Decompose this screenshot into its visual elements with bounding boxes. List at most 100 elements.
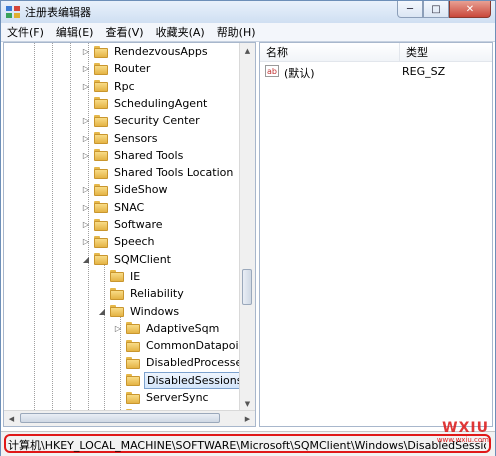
- title-bar[interactable]: 注册表编辑器 ─ □ ✕: [1, 1, 495, 24]
- tree-node[interactable]: IE: [96, 268, 142, 285]
- tree-node[interactable]: ▷ RendezvousApps: [80, 43, 210, 60]
- tree-node-label: Sensors: [114, 131, 158, 145]
- tree-node-label: SQMClient: [114, 252, 171, 266]
- folder-icon: [94, 80, 108, 93]
- folder-icon: [110, 305, 124, 317]
- folder-icon: [94, 218, 108, 231]
- string-value-icon: ab: [265, 65, 279, 77]
- column-header-type[interactable]: 类型: [400, 43, 492, 61]
- folder-icon: [94, 149, 108, 162]
- minimize-button[interactable]: ─: [397, 1, 423, 18]
- folder-icon: [126, 374, 140, 387]
- value-row[interactable]: ab (默认) REG_SZ: [260, 63, 492, 81]
- menu-edit[interactable]: 编辑(E): [50, 24, 100, 40]
- tree-node-label: SNAC: [114, 200, 145, 214]
- folder-icon: [94, 45, 108, 58]
- expand-triangle-icon: [112, 392, 124, 404]
- tree-node[interactable]: ServerSync: [112, 389, 211, 406]
- scroll-left-arrow-icon[interactable]: ◀: [4, 411, 19, 426]
- tree-node[interactable]: ◢ SQMClient: [80, 251, 173, 268]
- tree-node[interactable]: ▷ Software: [80, 216, 165, 233]
- expand-triangle-icon: [112, 357, 124, 369]
- tree-node[interactable]: Shared Tools Location: [80, 164, 235, 181]
- tree-node[interactable]: DisabledProcesses: [112, 354, 250, 371]
- scroll-up-arrow-icon[interactable]: ▲: [240, 43, 255, 58]
- folder-icon: [126, 322, 140, 335]
- close-button[interactable]: ✕: [449, 1, 491, 18]
- tree-node-label: Rpc: [114, 79, 135, 93]
- folder-icon: [94, 114, 108, 127]
- collapse-triangle-icon[interactable]: ◢: [96, 305, 108, 317]
- tree-node[interactable]: ▷ SideShow: [80, 181, 169, 198]
- scroll-down-arrow-icon[interactable]: ▼: [240, 396, 255, 411]
- vertical-scroll-thumb[interactable]: [242, 269, 252, 305]
- tree-node-label: Security Center: [114, 114, 200, 128]
- tree-node[interactable]: ◢ Windows: [96, 303, 181, 320]
- menu-help[interactable]: 帮助(H): [211, 24, 262, 40]
- menu-view[interactable]: 查看(V): [99, 24, 149, 40]
- tree-vertical-scrollbar[interactable]: ▲ ▼: [239, 43, 255, 411]
- tree-node[interactable]: CommonDatapoints: [112, 337, 255, 354]
- tree-horizontal-scrollbar[interactable]: ◀ ▶: [4, 410, 255, 426]
- tree-node-label: ServerSync: [146, 391, 209, 404]
- watermark-site: www.wxiu.com: [436, 436, 489, 444]
- tree-node-label: Router: [114, 62, 151, 76]
- tree-node[interactable]: Reliability: [96, 285, 186, 302]
- registry-values-pane[interactable]: 名称 类型 ab (默认) REG_SZ: [259, 42, 493, 427]
- registry-tree-pane[interactable]: ▷ RendezvousApps ▷ Router ▷ Rpc SchedulingAgen…: [3, 42, 256, 427]
- expand-triangle-icon[interactable]: ▷: [80, 115, 92, 127]
- tree-node[interactable]: ▷ SNAC: [80, 199, 146, 216]
- value-type: REG_SZ: [402, 65, 446, 78]
- folder-icon: [94, 235, 108, 248]
- tree-node-label: Windows: [130, 304, 180, 318]
- expand-triangle-icon[interactable]: ▷: [80, 184, 92, 196]
- folder-icon: [110, 270, 124, 283]
- scroll-right-arrow-icon[interactable]: ▶: [240, 411, 255, 426]
- status-bar: 计算机\HKEY_LOCAL_MACHINE\SOFTWARE\Microsof…: [1, 420, 495, 456]
- expand-triangle-icon[interactable]: ▷: [80, 219, 92, 231]
- expand-triangle-icon[interactable]: ▷: [112, 322, 124, 334]
- maximize-button[interactable]: □: [423, 1, 449, 18]
- tree-node[interactable]: ▷ Shared Tools: [80, 147, 185, 164]
- tree-node-label: RendezvousApps: [114, 45, 208, 58]
- tree-node-label: SideShow: [114, 183, 168, 197]
- tree-node[interactable]: DisabledSessions: [112, 371, 246, 389]
- column-header-name[interactable]: 名称: [260, 43, 400, 61]
- tree-guide-line: [52, 43, 53, 426]
- registry-path: 计算机\HKEY_LOCAL_MACHINE\SOFTWARE\Microsof…: [8, 439, 486, 452]
- folder-icon: [94, 97, 108, 110]
- expand-triangle-icon: [80, 97, 92, 109]
- tree-node[interactable]: ▷ Speech: [80, 233, 157, 250]
- expand-triangle-icon[interactable]: ▷: [80, 63, 92, 75]
- tree-node-label: Speech: [114, 235, 155, 249]
- expand-triangle-icon[interactable]: ▷: [80, 149, 92, 161]
- folder-icon: [94, 201, 108, 214]
- tree-node[interactable]: ▷ Router: [80, 60, 152, 77]
- tree-node[interactable]: ▷ Rpc: [80, 78, 137, 95]
- expand-triangle-icon[interactable]: ▷: [80, 80, 92, 92]
- collapse-triangle-icon[interactable]: ◢: [80, 253, 92, 265]
- folder-icon: [126, 391, 140, 404]
- expand-triangle-icon: [112, 374, 124, 386]
- horizontal-scroll-thumb[interactable]: [20, 413, 220, 423]
- expand-triangle-icon: [96, 288, 108, 300]
- tree-node-label: SchedulingAgent: [114, 96, 208, 110]
- menu-favorites[interactable]: 收藏夹(A): [150, 24, 211, 40]
- menu-file[interactable]: 文件(F): [1, 24, 50, 40]
- tree-node[interactable]: ▷ Security Center: [80, 112, 202, 129]
- folder-icon: [94, 62, 108, 75]
- tree-node[interactable]: ▷ AdaptiveSqm: [112, 320, 221, 337]
- expand-triangle-icon: [80, 167, 92, 179]
- folder-icon: [126, 356, 140, 369]
- value-name: (默认): [284, 67, 315, 80]
- tree-node[interactable]: ▷ Sensors: [80, 130, 159, 147]
- expand-triangle-icon[interactable]: ▷: [80, 201, 92, 213]
- tree-node[interactable]: SchedulingAgent: [80, 95, 209, 112]
- expand-triangle-icon[interactable]: ▷: [80, 132, 92, 144]
- expand-triangle-icon[interactable]: ▷: [80, 46, 92, 58]
- expand-triangle-icon[interactable]: ▷: [80, 236, 92, 248]
- folder-icon: [94, 253, 108, 266]
- tree-node-label: Reliability: [130, 287, 184, 301]
- folder-icon: [110, 287, 124, 300]
- expand-triangle-icon: [112, 340, 124, 352]
